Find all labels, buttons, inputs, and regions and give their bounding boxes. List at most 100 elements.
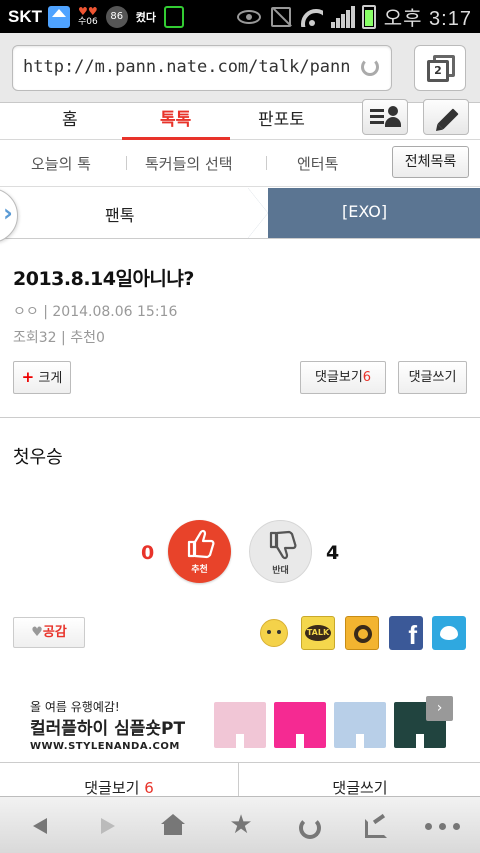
ad-close-icon[interactable]: › (426, 696, 453, 721)
eye-icon (236, 9, 261, 24)
meta-separator: | (56, 330, 71, 346)
browser-toolbar: ★ (0, 796, 480, 853)
breadcrumb: 팬톡 [EXO] (0, 188, 480, 243)
emoji-icon (260, 619, 288, 647)
comment-bar: 댓글보기 6 댓글쓰기 (0, 762, 480, 797)
oppose-label: 반대 (272, 566, 289, 576)
empathy-label: 공감 (42, 625, 67, 640)
my-list-button[interactable] (362, 99, 408, 135)
star-icon[interactable]: ★ (226, 811, 256, 841)
refresh-icon[interactable] (293, 811, 323, 841)
url-text: http://m.pann.nate.com/talk/pann (23, 57, 351, 77)
share-facebook-button[interactable]: f (389, 616, 423, 650)
divider (126, 156, 127, 170)
home-icon[interactable] (158, 811, 188, 841)
ad-line1: 올 여름 유행예감! (30, 700, 120, 714)
weather-icon: ♥♥ 수06 (78, 4, 98, 27)
person-icon (385, 106, 401, 128)
reload-icon[interactable] (361, 58, 379, 76)
oppose-button[interactable]: 반대 (249, 520, 312, 583)
comment-bar-count: 6 (144, 779, 154, 797)
comment-count: 6 (362, 370, 372, 385)
subnav-enter-talk[interactable]: 엔터톡 (297, 153, 338, 174)
ad-product-image (274, 702, 326, 754)
nav-home[interactable]: 홈 (62, 105, 78, 130)
notification-label: 켰다 (135, 10, 156, 24)
subnav-talkers-choice[interactable]: 톡커들의 선택 (145, 153, 233, 174)
tab-count: 2 (427, 60, 449, 82)
heart-icon: ♥ (31, 625, 43, 640)
thumbs-down-icon (269, 530, 297, 560)
pencil-icon (437, 108, 459, 130)
badge-icon: 86 (105, 5, 128, 28)
write-button[interactable] (423, 99, 469, 135)
comment-bar-view-label: 댓글보기 (84, 779, 140, 797)
share-kakao-story-button[interactable] (345, 616, 379, 650)
breadcrumb-category[interactable]: 팬톡 (105, 202, 134, 226)
browser-bar: http://m.pann.nate.com/talk/pann 2 (0, 33, 480, 103)
plus-icon: + (21, 368, 35, 386)
more-icon[interactable] (423, 811, 463, 841)
enlarge-text-button[interactable]: + 크게 (13, 361, 71, 394)
download-icon (163, 5, 184, 28)
enlarge-label: 크게 (38, 371, 63, 386)
share-twitter-button[interactable] (432, 616, 466, 650)
url-field[interactable]: http://m.pann.nate.com/talk/pann (12, 45, 392, 91)
nav-panphoto[interactable]: 판포토 (258, 105, 305, 130)
share-icon[interactable] (360, 811, 390, 841)
article-author: ㅇㅇ (13, 304, 39, 320)
kakao-story-icon (354, 625, 372, 643)
weather-label: 수06 (78, 16, 98, 27)
view-comments-label: 댓글보기 (314, 370, 363, 385)
write-comment-button[interactable]: 댓글쓰기 (398, 361, 467, 394)
status-right: 오후 3:17 (236, 2, 472, 31)
twitter-icon (440, 626, 458, 640)
recommend-count: 0 (141, 542, 155, 564)
main-nav: 홈 톡톡 판포토 (0, 99, 480, 140)
back-icon[interactable] (25, 811, 55, 841)
empathy-button[interactable]: ♥공감 (13, 617, 85, 648)
share-kakao-talk-button[interactable]: TALK (301, 616, 335, 650)
ad-product-image (334, 702, 386, 754)
list-icon (370, 109, 384, 125)
comment-bar-write-button[interactable]: 댓글쓰기 (240, 763, 480, 797)
forward-icon[interactable] (93, 811, 123, 841)
battery-icon (361, 4, 376, 29)
recommend-button[interactable]: 추천 (168, 520, 231, 583)
tabs-button[interactable]: 2 (414, 45, 466, 91)
thumbs-up-icon (187, 529, 215, 559)
subnav-today-talk[interactable]: 오늘의 톡 (31, 153, 91, 174)
divider (266, 156, 267, 170)
comment-bar-view-button[interactable]: 댓글보기 6 (0, 763, 239, 797)
clock: 오후 3:17 (383, 8, 472, 30)
article-body: 첫우승 (13, 447, 63, 468)
view-comments-button[interactable]: 댓글보기6 (300, 361, 386, 394)
ad-line3: WWW.STYLENANDA.COM (30, 741, 180, 752)
nav-talktalk[interactable]: 톡톡 (160, 105, 191, 130)
share-emoji-button[interactable] (258, 616, 292, 650)
side-menu-tab[interactable] (0, 188, 18, 243)
kakao-talk-icon: TALK (305, 625, 331, 641)
divider (0, 417, 480, 418)
article-meta: ㅇㅇ | 2014.08.06 15:16 (13, 301, 177, 321)
breadcrumb-board[interactable]: [EXO] (342, 202, 387, 221)
meta-separator: | (38, 304, 53, 320)
article-title: 2013.8.14일아니냐? (13, 268, 194, 290)
all-list-button[interactable]: 전체목록 (392, 146, 469, 178)
article-views: 조회32 (13, 330, 57, 346)
ad-line2: 컬러플하이 심플숏PT (30, 719, 186, 739)
carrier-label: SKT (8, 6, 42, 26)
wifi-icon (300, 7, 323, 27)
status-bar: SKT ♥♥ 수06 86 켰다 오후 3:17 (0, 0, 480, 33)
sub-nav: 오늘의 톡 톡커들의 선택 엔터톡 전체목록 (0, 140, 480, 187)
facebook-icon: f (408, 620, 417, 650)
oppose-count: 4 (326, 542, 340, 564)
mute-icon (270, 6, 291, 27)
article-date: 2014.08.06 15:16 (52, 304, 178, 320)
ad-banner[interactable]: 올 여름 유행예감! 컬러플하이 심플숏PT WWW.STYLENANDA.CO… (28, 696, 454, 762)
home-screen-icon (48, 5, 70, 28)
breadcrumb-arrow (248, 188, 268, 238)
signal-icon (330, 5, 356, 28)
recommend-label: 추천 (191, 565, 208, 575)
ad-product-image (214, 702, 266, 754)
